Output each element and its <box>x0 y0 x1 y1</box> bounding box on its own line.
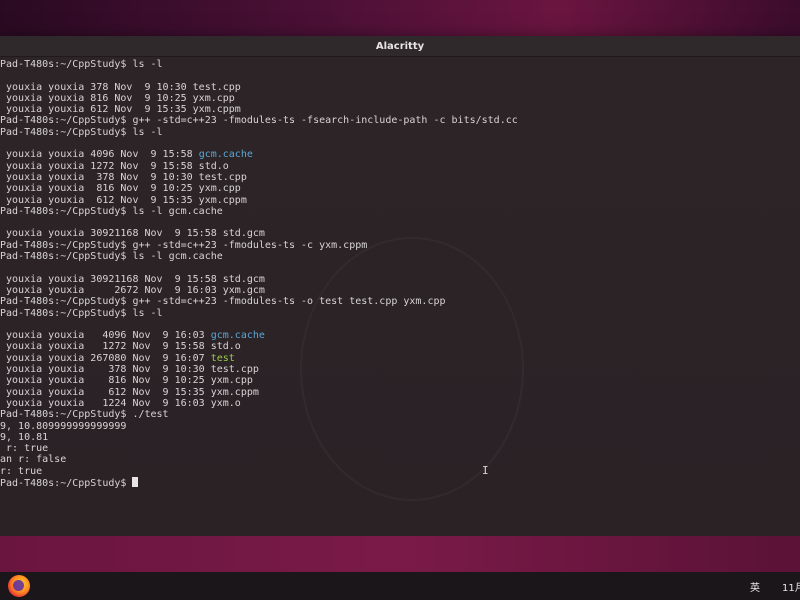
terminal-line: Pad-T480s:~/CppStudy$ g++ -std=c++23 -fm… <box>0 296 518 307</box>
terminal-line: youxia youxia 816 Nov 9 10:25 yxm.cpp <box>0 183 518 194</box>
terminal-text: youxia youxia 1272 Nov 9 15:58 std.o <box>0 341 241 353</box>
terminal-line: 9, 10.809999999999999 <box>0 421 518 432</box>
terminal-text: youxia youxia 612 Nov 9 15:35 yxm.cppm <box>0 194 247 206</box>
terminal-line: youxia youxia 1272 Nov 9 15:58 std.o <box>0 161 518 172</box>
mouse-ibeam-cursor-icon: I <box>482 464 489 477</box>
firefox-icon[interactable] <box>8 575 30 597</box>
terminal-text: Pad-T480s:~/CppStudy$ g++ -std=c++23 -fm… <box>0 296 446 308</box>
terminal-line: youxia youxia 612 Nov 9 15:35 yxm.cppm <box>0 387 518 398</box>
terminal-text: Pad-T480s:~/CppStudy$ g++ -std=c++23 -fm… <box>0 115 518 127</box>
terminal-text: youxia youxia 378 Nov 9 10:30 test.cpp <box>0 171 247 183</box>
terminal-text: 9, 10.81 <box>0 431 49 443</box>
terminal-text: Pad-T480s:~/CppStudy$ ls -l gcm.cache <box>0 251 223 263</box>
desktop-wallpaper-bottom <box>0 536 800 572</box>
terminal-line: youxia youxia 816 Nov 9 10:25 yxm.cpp <box>0 93 518 104</box>
terminal-line: Pad-T480s:~/CppStudy$ ls -l <box>0 127 518 138</box>
terminal-line: youxia youxia 4096 Nov 9 16:03 gcm.cache <box>0 330 518 341</box>
terminal-line: r: true <box>0 466 518 477</box>
terminal-text: youxia youxia 612 Nov 9 15:35 yxm.cppm <box>0 104 241 116</box>
terminal-text: youxia youxia 2672 Nov 9 16:03 yxm.gcm <box>0 284 265 296</box>
window-titlebar[interactable]: Alacritty <box>0 36 800 57</box>
terminal-line: youxia youxia 1224 Nov 9 16:03 yxm.o <box>0 398 518 409</box>
terminal-line: youxia youxia 30921168 Nov 9 15:58 std.g… <box>0 274 518 285</box>
terminal-line: youxia youxia 267080 Nov 9 16:07 test <box>0 353 518 364</box>
taskbar: 英 11月 <box>0 572 800 600</box>
terminal-line: youxia youxia 816 Nov 9 10:25 yxm.cpp <box>0 375 518 386</box>
executable-name: test <box>210 352 235 364</box>
terminal-line: Pad-T480s:~/CppStudy$ g++ -std=c++23 -fm… <box>0 240 518 251</box>
terminal-line: Pad-T480s:~/CppStudy$ ls -l <box>0 59 518 70</box>
terminal-line: Pad-T480s:~/CppStudy$ g++ -std=c++23 -fm… <box>0 115 518 126</box>
terminal-text: 9, 10.809999999999999 <box>0 420 127 432</box>
terminal-line: Pad-T480s:~/CppStudy$ ./test <box>0 409 518 420</box>
terminal-text: youxia youxia 378 Nov 9 10:30 test.cpp <box>0 364 259 376</box>
terminal-text: youxia youxia 267080 Nov 9 16:07 <box>0 352 211 364</box>
terminal-text: Pad-T480s:~/CppStudy$ ls -l gcm.cache <box>0 205 223 217</box>
terminal-text: youxia youxia 816 Nov 9 10:25 yxm.cpp <box>0 92 235 104</box>
terminal-text: Pad-T480s:~/CppStudy$ ls -l <box>0 126 163 138</box>
terminal-text: r: true <box>0 443 49 455</box>
terminal-line: Pad-T480s:~/CppStudy$ <box>0 476 518 489</box>
terminal-text: youxia youxia 816 Nov 9 10:25 yxm.cpp <box>0 375 253 387</box>
terminal-text: youxia youxia 1272 Nov 9 15:58 std.o <box>0 160 229 172</box>
terminal-line: an r: false <box>0 454 518 465</box>
terminal-text: youxia youxia 1224 Nov 9 16:03 yxm.o <box>0 397 241 409</box>
terminal-text: youxia youxia 816 Nov 9 10:25 yxm.cpp <box>0 183 241 195</box>
terminal-line: youxia youxia 612 Nov 9 15:35 yxm.cppm <box>0 104 518 115</box>
terminal-line: youxia youxia 4096 Nov 9 15:58 gcm.cache <box>0 149 518 160</box>
terminal-line: youxia youxia 378 Nov 9 10:30 test.cpp <box>0 82 518 93</box>
directory-name: gcm.cache <box>198 149 253 161</box>
terminal-text: Pad-T480s:~/CppStudy$ g++ -std=c++23 -fm… <box>0 239 368 251</box>
terminal-text: youxia youxia 30921168 Nov 9 15:58 std.g… <box>0 273 265 285</box>
terminal-line: youxia youxia 2672 Nov 9 16:03 yxm.gcm <box>0 285 518 296</box>
terminal-line: Pad-T480s:~/CppStudy$ ls -l gcm.cache <box>0 206 518 217</box>
terminal-line: 9, 10.81 <box>0 432 518 443</box>
terminal-line: youxia youxia 30921168 Nov 9 15:58 std.g… <box>0 228 518 239</box>
terminal-line: r: true <box>0 443 518 454</box>
terminal-line: Pad-T480s:~/CppStudy$ ls -l <box>0 308 518 319</box>
text-cursor-icon <box>132 476 139 487</box>
input-method-indicator[interactable]: 英 <box>750 579 760 594</box>
terminal-text: youxia youxia 378 Nov 9 10:30 test.cpp <box>0 81 241 93</box>
terminal-text: youxia youxia 30921168 Nov 9 15:58 std.g… <box>0 228 265 240</box>
terminal-text: Pad-T480s:~/CppStudy$ ./test <box>0 409 169 421</box>
terminal-area[interactable]: Pad-T480s:~/CppStudy$ ls -l youxia youxi… <box>0 57 800 536</box>
desktop-wallpaper-top <box>0 0 800 38</box>
terminal-line: youxia youxia 378 Nov 9 10:30 test.cpp <box>0 364 518 375</box>
terminal-text: youxia youxia 4096 Nov 9 16:03 <box>0 330 211 342</box>
terminal-output: Pad-T480s:~/CppStudy$ ls -l youxia youxi… <box>0 57 518 489</box>
window-title: Alacritty <box>375 40 425 52</box>
terminal-line: youxia youxia 612 Nov 9 15:35 yxm.cppm <box>0 195 518 206</box>
terminal-line: youxia youxia 1272 Nov 9 15:58 std.o <box>0 341 518 352</box>
terminal-text: Pad-T480s:~/CppStudy$ <box>0 477 133 489</box>
terminal-text: an r: false <box>0 454 67 466</box>
terminal-text: r: true <box>0 465 43 477</box>
clock[interactable]: 11月 <box>782 579 800 594</box>
terminal-text: Pad-T480s:~/CppStudy$ ls -l <box>0 59 163 70</box>
terminal-window[interactable]: Alacritty Pad-T480s:~/CppStudy$ ls -l yo… <box>0 36 800 536</box>
terminal-line: youxia youxia 378 Nov 9 10:30 test.cpp <box>0 172 518 183</box>
terminal-text: youxia youxia 612 Nov 9 15:35 yxm.cppm <box>0 386 259 398</box>
terminal-line: Pad-T480s:~/CppStudy$ ls -l gcm.cache <box>0 251 518 262</box>
directory-name: gcm.cache <box>210 330 265 342</box>
terminal-text: youxia youxia 4096 Nov 9 15:58 <box>0 149 199 161</box>
terminal-text: Pad-T480s:~/CppStudy$ ls -l <box>0 307 163 319</box>
